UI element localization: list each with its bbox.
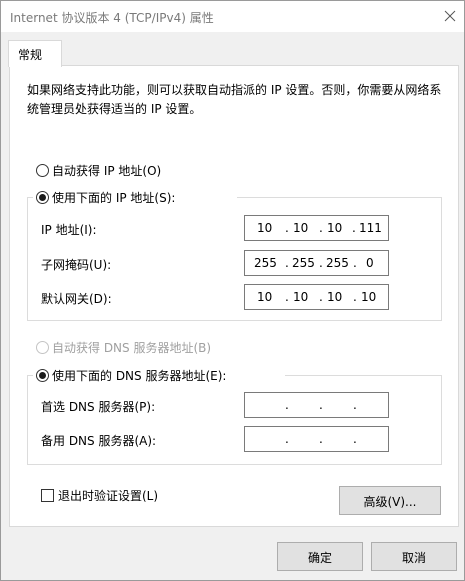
tab-general-label: 常规 <box>18 48 43 62</box>
auto-ip-radio[interactable] <box>36 164 49 177</box>
subnet-mask-input[interactable]: 255 . 255 . 255 . 0 <box>244 250 389 276</box>
validate-on-exit-checkbox[interactable] <box>41 489 54 502</box>
window-title: Internet 协议版本 4 (TCP/IPv4) 属性 <box>10 11 214 25</box>
tab-general[interactable]: 常规 <box>8 40 62 67</box>
manual-dns-label[interactable]: 使用下面的 DNS 服务器地址(E): <box>52 367 226 384</box>
validate-on-exit-label[interactable]: 退出时验证设置(L) <box>58 487 158 504</box>
advanced-button[interactable]: 高级(V)... <box>339 486 441 515</box>
ip-address-label: IP 地址(I): <box>41 223 97 237</box>
close-icon[interactable] <box>439 5 461 27</box>
default-gateway-input[interactable]: 10 . 10 . 10 . 10 <box>244 284 389 310</box>
preferred-dns-input[interactable]: . . . <box>244 392 389 418</box>
title-bar: Internet 协议版本 4 (TCP/IPv4) 属性 <box>1 1 464 32</box>
dialog-window: Internet 协议版本 4 (TCP/IPv4) 属性 常规 如果网络支持此… <box>0 0 465 581</box>
ok-button[interactable]: 确定 <box>277 542 363 571</box>
preferred-dns-label: 首选 DNS 服务器(P): <box>41 400 156 414</box>
alternate-dns-label: 备用 DNS 服务器(A): <box>41 434 157 448</box>
auto-dns-radio <box>36 341 49 354</box>
cancel-button[interactable]: 取消 <box>371 542 457 571</box>
manual-ip-radio[interactable] <box>36 191 49 204</box>
alternate-dns-input[interactable]: . . . <box>244 426 389 452</box>
description-text: 如果网络支持此功能，则可以获取自动指派的 IP 设置。否则，你需要从网络系统管理… <box>27 83 442 116</box>
manual-ip-label[interactable]: 使用下面的 IP 地址(S): <box>52 189 175 206</box>
ip-address-input[interactable]: 10 . 10 . 10 . 111 <box>244 215 389 241</box>
manual-dns-radio[interactable] <box>36 369 49 382</box>
auto-dns-label: 自动获得 DNS 服务器地址(B) <box>52 341 212 355</box>
subnet-mask-label: 子网掩码(U): <box>41 258 112 272</box>
default-gateway-label: 默认网关(D): <box>41 292 112 306</box>
auto-ip-label[interactable]: 自动获得 IP 地址(O) <box>52 162 161 179</box>
